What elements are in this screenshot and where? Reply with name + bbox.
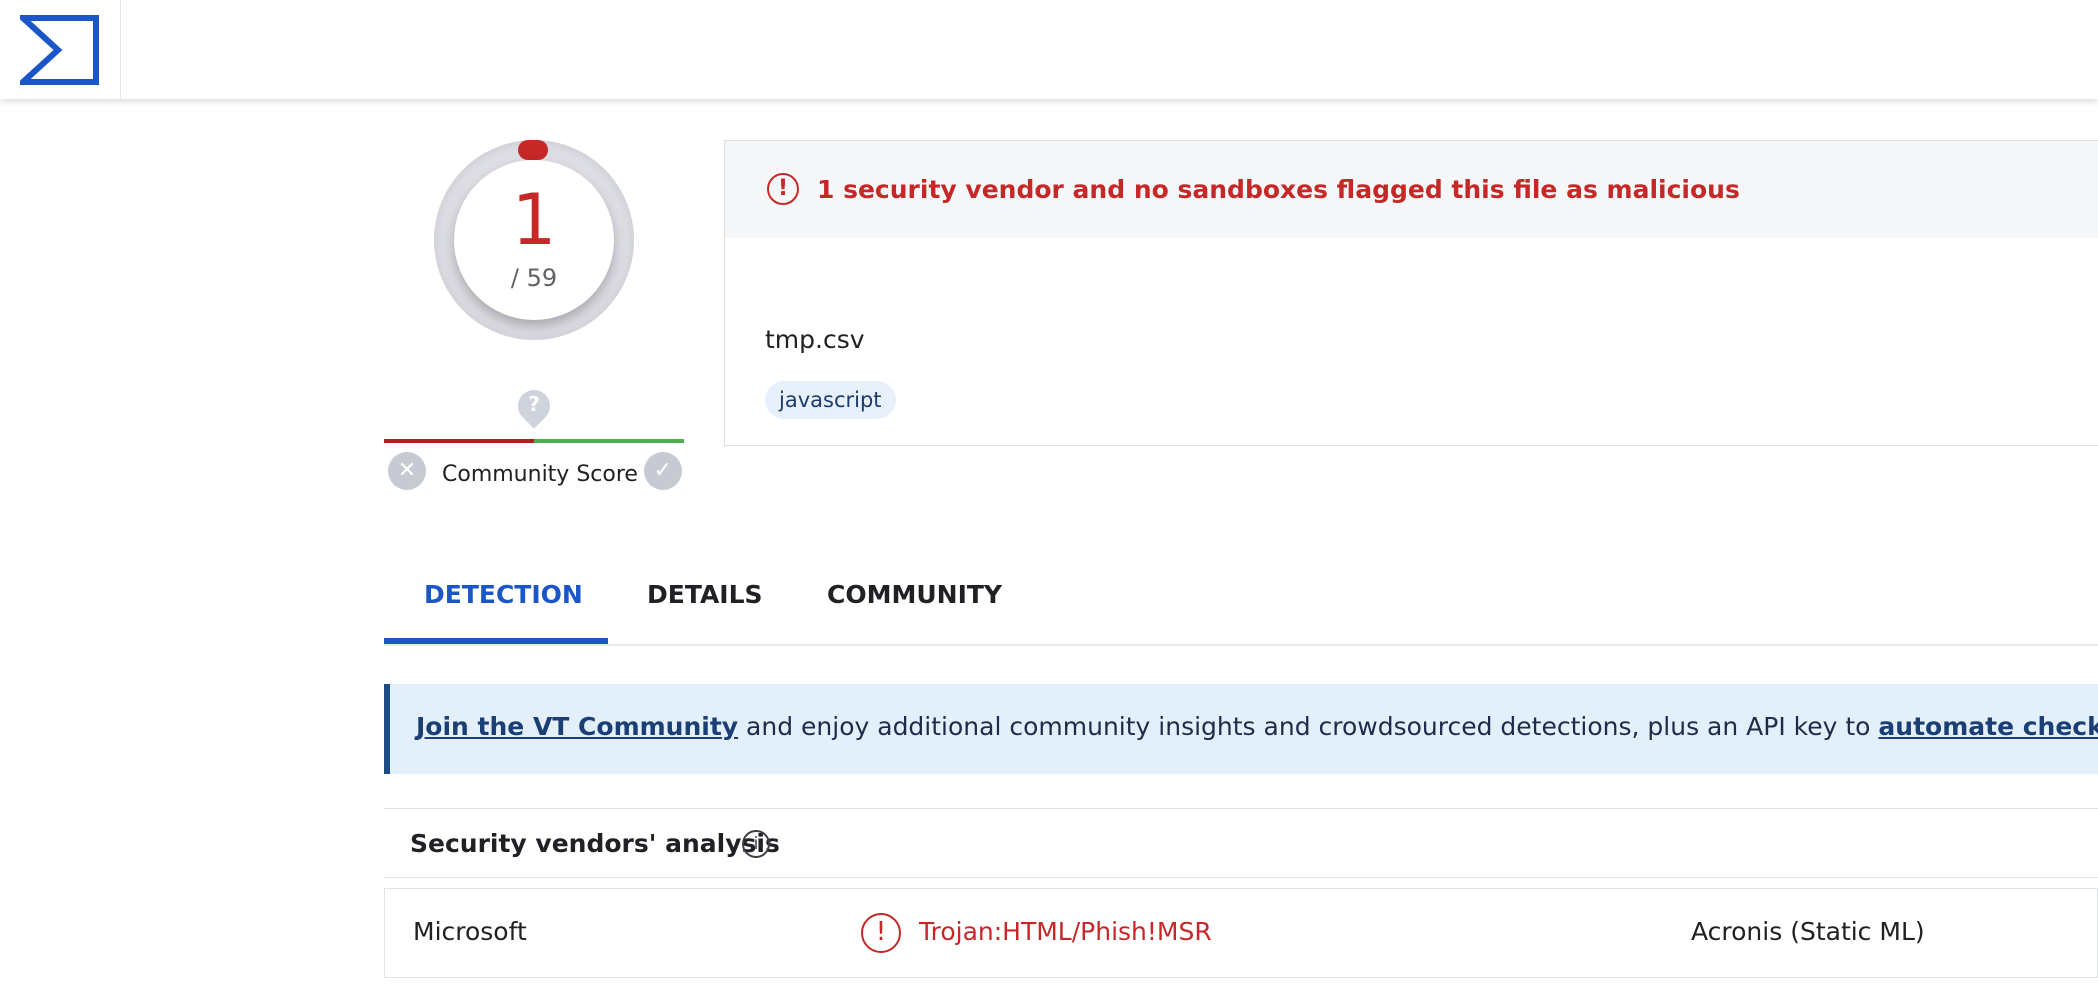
file-tag[interactable]: javascript <box>765 381 896 419</box>
question-mark: ? <box>528 392 540 416</box>
community-score-label: Community Score <box>442 462 638 487</box>
automate-checks-link[interactable]: automate checks. <box>1878 712 2098 741</box>
alert-icon: ! <box>767 173 799 205</box>
vendors-header: Security vendors' analysis i <box>384 808 2098 878</box>
tab-detection[interactable]: DETECTION <box>424 580 583 609</box>
join-community-banner: Join the VT Community and enjoy addition… <box>384 684 2098 774</box>
tab-bar: DETECTION DETAILS COMMUNITY <box>384 560 2098 646</box>
virustotal-logo-icon[interactable] <box>20 15 99 85</box>
score-center: 1 / 59 <box>454 160 614 320</box>
tab-community[interactable]: COMMUNITY <box>827 580 1002 609</box>
join-banner-middle: and enjoy additional community insights … <box>738 712 1879 741</box>
detection-total: / 59 <box>510 264 558 292</box>
file-summary-card: ! 1 security vendor and no sandboxes fla… <box>724 140 2098 446</box>
vendor-name: Microsoft <box>413 917 527 946</box>
table-row: Microsoft ! Trojan:HTML/Phish!MSR Acroni… <box>384 888 2098 978</box>
vendor-name-2: Acronis (Static ML) <box>1691 917 1925 946</box>
info-icon[interactable]: i <box>742 830 770 858</box>
join-banner-text: Join the VT Community and enjoy addition… <box>416 712 2098 741</box>
file-name: tmp.csv <box>765 325 865 354</box>
close-icon[interactable]: ✕ <box>388 452 426 490</box>
join-community-link[interactable]: Join the VT Community <box>416 712 738 741</box>
detection-score-ring: 1 / 59 <box>434 140 634 340</box>
alert-header: ! 1 security vendor and no sandboxes fla… <box>725 141 2098 238</box>
check-icon[interactable]: ✓ <box>644 452 682 490</box>
malicious-icon: ! <box>861 913 901 953</box>
tab-details[interactable]: DETAILS <box>647 580 763 609</box>
community-score: ? ✕ Community Score ✓ <box>384 383 684 500</box>
alert-text: 1 security vendor and no sandboxes flagg… <box>817 175 1740 204</box>
score-marker <box>518 140 548 160</box>
community-bar-negative <box>384 439 534 443</box>
vendors-title: Security vendors' analysis <box>410 829 780 858</box>
topbar-divider <box>120 0 121 99</box>
detection-result: Trojan:HTML/Phish!MSR <box>919 917 1212 946</box>
detection-count: 1 <box>511 179 557 261</box>
community-bar-positive <box>534 439 684 443</box>
active-tab-indicator <box>384 638 608 644</box>
top-bar <box>0 0 2098 99</box>
